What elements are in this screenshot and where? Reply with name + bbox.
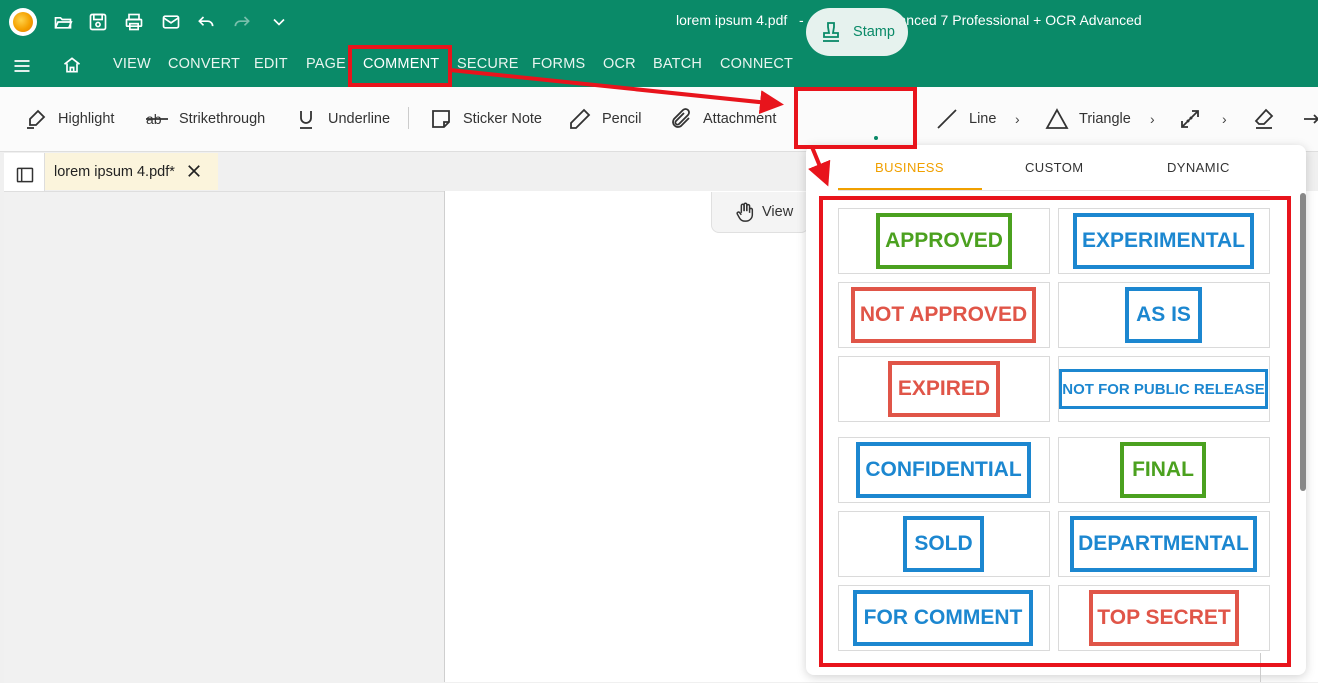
- menu-page[interactable]: PAGE: [306, 56, 346, 72]
- menu-connect[interactable]: CONNECT: [720, 56, 793, 72]
- menu-edit[interactable]: EDIT: [254, 56, 288, 72]
- paperclip-icon: [672, 108, 690, 128]
- measure-icon: [1181, 110, 1199, 128]
- tab-strip-divider: [838, 190, 1270, 191]
- view-mode-button[interactable]: View: [711, 192, 809, 233]
- print-icon[interactable]: [124, 12, 144, 32]
- strikethrough-button[interactable]: ab Strikethrough: [145, 105, 265, 133]
- underline-button[interactable]: Underline: [294, 105, 390, 133]
- hand-icon: [736, 202, 754, 222]
- line-button[interactable]: Line: [935, 105, 996, 133]
- window-title: lorem ipsum 4.pdf - PDFsam Enhanced 7 Pr…: [676, 12, 1142, 28]
- menu-secure[interactable]: SECURE: [457, 56, 519, 72]
- measure-chevron-icon[interactable]: ›: [1222, 111, 1227, 127]
- eraser-button[interactable]: [1252, 105, 1286, 133]
- pencil-icon: [570, 108, 591, 129]
- thumbnail-pane: [4, 191, 444, 683]
- arrow-right-icon: [1304, 114, 1318, 124]
- sticker-note-label: Sticker Note: [463, 111, 542, 127]
- document-tab[interactable]: lorem ipsum 4.pdf*: [45, 153, 218, 190]
- stamp-label: Stamp: [853, 24, 895, 40]
- stamp-list-scrollbar[interactable]: [1300, 193, 1306, 491]
- menu-bar: VIEW CONVERT EDIT PAGE COMMENT SECURE FO…: [0, 42, 1318, 87]
- tab-custom[interactable]: CUSTOM: [1025, 160, 1084, 175]
- strikethrough-label: Strikethrough: [179, 111, 266, 127]
- eraser-icon: [1254, 108, 1274, 129]
- annotation-box-stamp-list: [819, 196, 1291, 667]
- app-logo[interactable]: [9, 8, 37, 36]
- underline-icon: [300, 111, 312, 129]
- save-icon[interactable]: [88, 12, 108, 32]
- hamburger-menu-icon[interactable]: [12, 56, 32, 76]
- strikethrough-icon: ab: [146, 111, 168, 127]
- open-folder-icon[interactable]: [53, 12, 73, 32]
- sticker-note-button[interactable]: Sticker Note: [429, 105, 542, 133]
- sticker-note-icon: [432, 110, 450, 128]
- pencil-button[interactable]: Pencil: [568, 105, 642, 133]
- pencil-label: Pencil: [602, 111, 642, 127]
- stamp-button[interactable]: Stamp: [806, 8, 908, 56]
- app-logo-mark: [13, 12, 33, 32]
- triangle-label: Triangle: [1079, 111, 1131, 127]
- undo-icon[interactable]: [196, 12, 216, 32]
- annotation-box-stamp: [794, 87, 917, 149]
- redo-icon[interactable]: [232, 12, 252, 32]
- mail-icon[interactable]: [161, 12, 181, 32]
- document-tab-label: lorem ipsum 4.pdf*: [54, 163, 175, 180]
- attachment-label: Attachment: [703, 111, 777, 127]
- stamp-icon: [823, 22, 840, 42]
- view-mode-label: View: [762, 204, 794, 220]
- panel-toggle-icon[interactable]: [15, 165, 35, 185]
- menu-forms[interactable]: FORMS: [532, 56, 585, 72]
- menu-batch[interactable]: BATCH: [653, 56, 702, 72]
- highlight-button[interactable]: Highlight: [24, 105, 114, 133]
- triangle-button[interactable]: Triangle: [1045, 105, 1131, 133]
- menu-ocr[interactable]: OCR: [603, 56, 636, 72]
- triangle-chevron-icon[interactable]: ›: [1150, 111, 1155, 127]
- ribbon-separator: [408, 107, 409, 129]
- tab-dynamic[interactable]: DYNAMIC: [1167, 160, 1230, 175]
- comment-ribbon: Highlight ab Strikethrough Underline Sti…: [0, 87, 1318, 152]
- annotation-box-comment: [348, 45, 452, 87]
- highlighter-icon: [27, 109, 46, 129]
- underline-label: Underline: [328, 111, 391, 127]
- line-chevron-icon[interactable]: ›: [1015, 111, 1020, 127]
- menu-convert[interactable]: CONVERT: [168, 56, 240, 72]
- line-icon: [937, 109, 957, 129]
- home-icon[interactable]: [62, 55, 82, 75]
- more-tools-button[interactable]: [1302, 105, 1318, 133]
- triangle-icon: [1045, 108, 1069, 129]
- active-tab-indicator: [838, 188, 982, 190]
- attachment-button[interactable]: Attachment: [669, 105, 776, 133]
- title-bar: lorem ipsum 4.pdf - PDFsam Enhanced 7 Pr…: [0, 0, 1318, 42]
- measure-button[interactable]: [1178, 105, 1212, 133]
- tab-business[interactable]: BUSINESS: [875, 160, 944, 175]
- line-label: Line: [969, 111, 997, 127]
- highlight-label: Highlight: [58, 111, 115, 127]
- menu-view[interactable]: VIEW: [113, 56, 151, 72]
- close-icon[interactable]: [185, 162, 203, 180]
- chevron-down-icon[interactable]: [269, 12, 289, 32]
